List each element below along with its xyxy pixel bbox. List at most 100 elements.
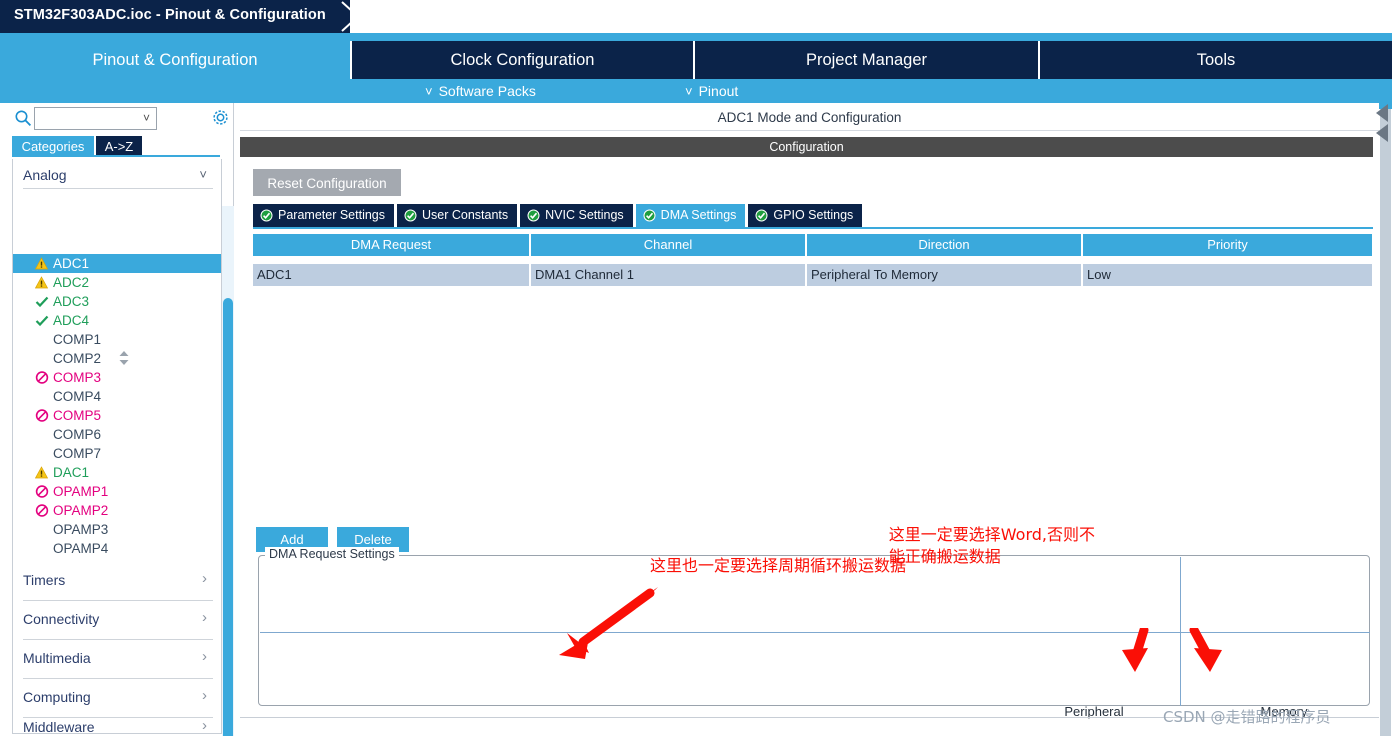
check-circle-icon [755, 209, 768, 222]
tab-user-constants[interactable]: User Constants [397, 204, 518, 227]
peripheral-item-opamp1[interactable]: OPAMP1 [13, 482, 221, 501]
cell-priority[interactable]: Low [1083, 264, 1372, 286]
peripheral-item-label: COMP2 [53, 351, 102, 366]
chevron-right-icon: › [202, 648, 207, 665]
group-legend: DMA Request Settings [265, 547, 399, 561]
sidebar-section-middleware[interactable]: Middleware › [23, 719, 213, 733]
right-scrollbar-track[interactable] [1380, 103, 1391, 736]
tab-label: Parameter Settings [278, 208, 385, 222]
sidebar-section-computing[interactable]: Computing › [23, 680, 213, 718]
peripheral-item-dac1[interactable]: DAC1 [13, 463, 221, 482]
annotation-arrow-to-peripheral-datawidth-icon [1122, 628, 1149, 672]
sidebar-tabs: Categories A->Z [0, 136, 234, 157]
divider [23, 639, 213, 640]
peripheral-item-opamp4[interactable]: OPAMP4 [13, 539, 221, 558]
sidebar-scrollbar-thumb[interactable] [223, 298, 233, 736]
warning-triangle-icon [34, 273, 50, 292]
peripheral-item-label: OPAMP4 [53, 541, 109, 556]
peripheral-item-adc1[interactable]: ADC1 [13, 254, 221, 273]
table-row[interactable]: ADC1 DMA1 Channel 1 Peripheral To Memory… [253, 264, 1372, 286]
tab-tools[interactable]: Tools [1040, 41, 1392, 79]
peripheral-tree: Analog ˅ ADC1 ADC2 ADC3 ADC4 COMP1 COMP2… [12, 159, 222, 734]
title-bar: STM32F303ADC.ioc - Pinout & Configuratio… [0, 0, 1392, 33]
peripheral-item-adc2[interactable]: ADC2 [13, 273, 221, 292]
subnav-software-packs-label: Software Packs [438, 83, 536, 99]
chevron-right-icon: › [202, 719, 207, 733]
no-entry-icon [35, 368, 50, 387]
tree-group-analog[interactable]: Analog ˅ [23, 161, 213, 189]
tab-pinout-configuration[interactable]: Pinout & Configuration [0, 41, 352, 79]
peripheral-item-opamp3[interactable]: OPAMP3 [13, 520, 221, 539]
tab-label: GPIO Settings [773, 208, 854, 222]
check-circle-icon [260, 209, 273, 222]
peripheral-item-comp3[interactable]: COMP3 [13, 368, 221, 387]
sub-navigation: ˅ Software Packs ˅ Pinout [0, 79, 1392, 103]
sidebar-section-multimedia[interactable]: Multimedia › [23, 641, 213, 679]
breadcrumb-chevron-icon [318, 0, 374, 33]
no-entry-icon [35, 406, 50, 425]
reset-configuration-button[interactable]: Reset Configuration [253, 169, 401, 196]
peripheral-item-label: COMP5 [53, 408, 102, 423]
no-entry-icon [35, 482, 50, 501]
tab-clock-configuration[interactable]: Clock Configuration [352, 41, 695, 79]
sidebar-tab-a-to-z[interactable]: A->Z [96, 136, 142, 157]
peripheral-item-comp1[interactable]: COMP1 [13, 330, 221, 349]
peripheral-list: ADC1 ADC2 ADC3 ADC4 COMP1 COMP2 COMP3 CO… [13, 254, 221, 558]
tab-gpio-settings[interactable]: GPIO Settings [748, 204, 863, 227]
annotation-word-text: 这里一定要选择Word,否则不 能正确搬运数据 [888, 525, 1095, 566]
tab-parameter-settings[interactable]: Parameter Settings [253, 204, 394, 227]
cell-channel[interactable]: DMA1 Channel 1 [531, 264, 807, 286]
sidebar-tab-categories[interactable]: Categories [12, 136, 94, 157]
search-box[interactable]: ˅ [34, 107, 157, 130]
tree-group-analog-label: Analog [23, 167, 67, 183]
peripheral-item-comp4[interactable]: COMP4 [13, 387, 221, 406]
peripheral-item-label: ADC3 [53, 294, 90, 309]
column-header-channel[interactable]: Channel [531, 234, 807, 256]
no-entry-icon [35, 501, 50, 520]
peripheral-item-opamp2[interactable]: OPAMP2 [13, 501, 221, 520]
peripheral-item-comp7[interactable]: COMP7 [13, 444, 221, 463]
mode-and-configuration-title: ADC1 Mode and Configuration [240, 104, 1379, 131]
check-circle-icon [643, 209, 656, 222]
tab-label: DMA Settings [660, 208, 737, 222]
peripheral-item-comp2[interactable]: COMP2 [13, 349, 221, 368]
chevron-down-icon[interactable]: ˅ [143, 111, 150, 125]
peripheral-item-comp5[interactable]: COMP5 [13, 406, 221, 425]
tab-label: User Constants [422, 208, 509, 222]
divider [23, 600, 213, 601]
watermark: CSDN @走错路的程序员 [1163, 708, 1331, 726]
sidebar-section-connectivity[interactable]: Connectivity › [23, 602, 213, 640]
check-circle-icon [527, 209, 540, 222]
search-icon [14, 109, 32, 127]
chevron-right-icon: › [202, 570, 207, 587]
tab-nvic-settings[interactable]: NVIC Settings [520, 204, 633, 227]
column-header-direction[interactable]: Direction [807, 234, 1083, 256]
peripheral-item-adc4[interactable]: ADC4 [13, 311, 221, 330]
cell-direction[interactable]: Peripheral To Memory [807, 264, 1083, 286]
subnav-pinout[interactable]: ˅ Pinout [685, 79, 738, 103]
peripheral-item-label: OPAMP2 [53, 503, 109, 518]
subnav-software-packs[interactable]: ˅ Software Packs [425, 79, 536, 103]
tab-project-manager[interactable]: Project Manager [695, 41, 1040, 79]
sidebar-section-label: Connectivity [23, 611, 100, 627]
gear-icon[interactable] [211, 108, 230, 127]
collapse-left-icon[interactable] [1372, 102, 1392, 146]
peripheral-item-label: COMP7 [53, 446, 102, 461]
tab-dma-settings[interactable]: DMA Settings [635, 204, 746, 227]
divider-horizontal-left [260, 632, 1180, 633]
column-header-dma-request[interactable]: DMA Request [253, 234, 531, 256]
peripheral-item-adc3[interactable]: ADC3 [13, 292, 221, 311]
cell-dma-request[interactable]: ADC1 [253, 264, 531, 286]
search-input[interactable] [38, 110, 138, 127]
stm32cubemx-window: STM32F303ADC.ioc - Pinout & Configuratio… [0, 0, 1392, 736]
annotation-arrow-to-mode-icon [559, 587, 658, 659]
sidebar-section-timers[interactable]: Timers › [23, 563, 213, 601]
column-header-priority[interactable]: Priority [1083, 234, 1372, 256]
sidebar-tab-underline [12, 155, 220, 157]
search-row: ˅ [0, 103, 234, 133]
peripheral-item-comp6[interactable]: COMP6 [13, 425, 221, 444]
main-tabs: Pinout & Configuration Clock Configurati… [0, 41, 1392, 79]
subnav-pinout-label: Pinout [698, 83, 739, 99]
peripheral-item-label: OPAMP3 [53, 522, 109, 537]
check-icon [35, 292, 50, 311]
